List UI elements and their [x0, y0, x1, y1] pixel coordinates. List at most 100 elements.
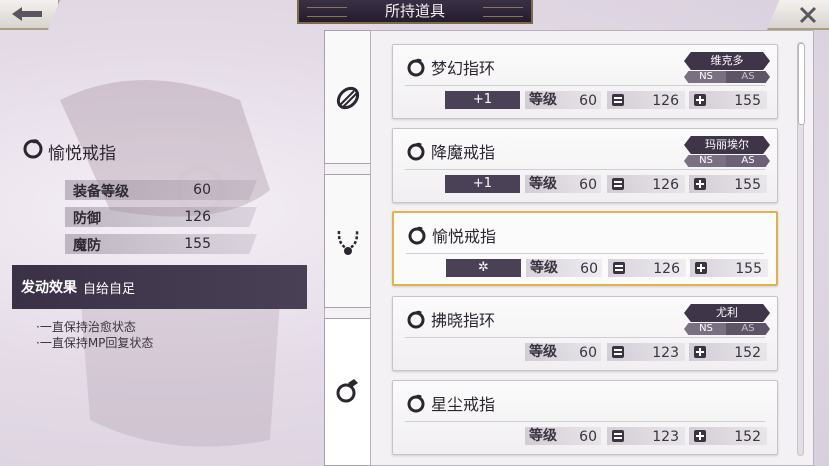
stat-row-level: 装备等级 60 — [65, 180, 257, 200]
page-title-text: 所持道具 — [384, 2, 445, 20]
level-value: 60 — [579, 345, 597, 361]
item-name: 星尘戒指 — [431, 395, 496, 414]
level-box: 等级 60 — [525, 343, 601, 361]
divider — [405, 337, 765, 338]
ns-label: NS — [684, 155, 728, 167]
necklace-icon — [337, 230, 359, 255]
ns-as-badge: NS AS — [684, 323, 770, 335]
level-value: 60 — [580, 261, 598, 277]
defense-value: 126 — [652, 93, 679, 109]
tab-bracelet[interactable] — [324, 30, 370, 164]
level-label: 等级 — [530, 260, 558, 276]
ring-icon — [408, 226, 426, 245]
item-name: 梦幻指环 — [431, 59, 496, 78]
tab-necklace[interactable] — [324, 174, 370, 308]
close-icon — [799, 6, 817, 24]
item-card-selected[interactable]: 愉悦戒指 ✲ 等级 60 126 155 — [392, 211, 778, 286]
item-card[interactable]: 星尘戒指 等级 60 123 152 — [392, 380, 778, 455]
magic-defense-box: 152 — [689, 343, 767, 361]
level-label: 等级 — [529, 344, 557, 360]
scrollbar-thumb[interactable] — [798, 43, 805, 125]
title-ornament-right — [483, 7, 523, 17]
ns-as-badge: NS AS — [684, 155, 770, 167]
tab-ring[interactable] — [324, 318, 370, 466]
magic-defense-box: 155 — [689, 91, 767, 109]
level-box: 等级 60 — [526, 259, 602, 277]
level-box: 等级 60 — [525, 175, 601, 193]
selected-item-name: 愉悦戒指 — [48, 144, 116, 164]
stat-label: 装备等级 — [73, 184, 129, 200]
magic-defense-box: 155 — [689, 175, 767, 193]
stat-row-mdef: 魔防 155 — [65, 234, 257, 254]
magic-defense-icon — [695, 262, 707, 274]
magic-defense-icon — [694, 94, 706, 106]
defense-icon — [613, 262, 625, 274]
magic-defense-value: 155 — [734, 93, 761, 109]
magic-defense-box: 155 — [690, 259, 768, 277]
magic-defense-value: 152 — [734, 345, 761, 361]
level-value: 60 — [579, 93, 597, 109]
level-label: 等级 — [529, 92, 557, 108]
defense-icon — [612, 94, 624, 106]
back-arrow-icon — [12, 7, 42, 21]
effect-value: 自给自足 — [83, 282, 136, 297]
stat-value: 60 — [193, 182, 211, 198]
stat-value: 126 — [184, 209, 211, 225]
defense-value: 123 — [652, 429, 679, 445]
effect-title: 发动效果 — [21, 280, 77, 296]
effect-line: ·一直保持治愈状态 — [36, 320, 136, 334]
magic-defense-icon — [694, 430, 706, 442]
defense-icon — [612, 430, 624, 442]
magic-defense-value: 152 — [734, 429, 761, 445]
item-name: 拂晓指环 — [431, 311, 496, 330]
level-box: 等级 60 — [525, 427, 601, 445]
divider — [405, 169, 765, 170]
ring-icon — [407, 310, 425, 329]
stat-label: 魔防 — [73, 238, 101, 254]
defense-box: 126 — [608, 259, 686, 277]
title-ornament-left — [307, 7, 347, 17]
level-label: 等级 — [529, 176, 557, 192]
magic-defense-box: 152 — [689, 427, 767, 445]
enhance-badge: +1 — [445, 91, 520, 109]
stat-row-def: 防御 126 — [65, 207, 257, 227]
item-card[interactable]: 降魔戒指 玛丽埃尔 NS AS +1 等级 60 126 155 — [392, 128, 778, 203]
page-title: 所持道具 — [297, 0, 533, 24]
effect-line: ·一直保持MP回复状态 — [36, 336, 154, 350]
defense-box: 123 — [607, 343, 685, 361]
ns-label: NS — [684, 71, 728, 83]
item-name: 降魔戒指 — [431, 143, 496, 162]
as-label: AS — [726, 71, 770, 83]
item-card[interactable]: 拂晓指环 尤利 NS AS 等级 60 123 152 — [392, 296, 778, 371]
enhance-badge: ✲ — [446, 259, 521, 277]
as-label: AS — [726, 323, 770, 335]
defense-icon — [612, 346, 624, 358]
owner-badge: 玛丽埃尔 — [684, 136, 770, 154]
level-box: 等级 60 — [525, 91, 601, 109]
scrollbar[interactable] — [797, 42, 805, 456]
ring-icon — [23, 139, 43, 159]
defense-box: 123 — [607, 427, 685, 445]
defense-box: 126 — [607, 175, 685, 193]
owner-badge: 尤利 — [684, 304, 770, 322]
magic-defense-icon — [694, 178, 706, 190]
magic-defense-value: 155 — [735, 261, 762, 277]
owner-badge: 维克多 — [684, 52, 770, 70]
level-value: 60 — [579, 177, 597, 193]
ns-label: NS — [684, 323, 728, 335]
magic-defense-icon — [694, 346, 706, 358]
ring-icon — [336, 379, 358, 403]
as-label: AS — [726, 155, 770, 167]
magic-defense-value: 155 — [734, 177, 761, 193]
item-card[interactable]: 梦幻指环 维克多 NS AS +1 等级 60 126 155 — [392, 44, 778, 119]
defense-box: 126 — [607, 91, 685, 109]
bracelet-icon — [336, 86, 360, 110]
level-value: 60 — [579, 429, 597, 445]
defense-value: 126 — [653, 261, 680, 277]
item-name: 愉悦戒指 — [432, 227, 497, 246]
level-label: 等级 — [529, 428, 557, 444]
divider — [405, 421, 765, 422]
defense-value: 123 — [652, 345, 679, 361]
ring-icon — [407, 394, 425, 413]
ring-icon — [407, 58, 425, 77]
